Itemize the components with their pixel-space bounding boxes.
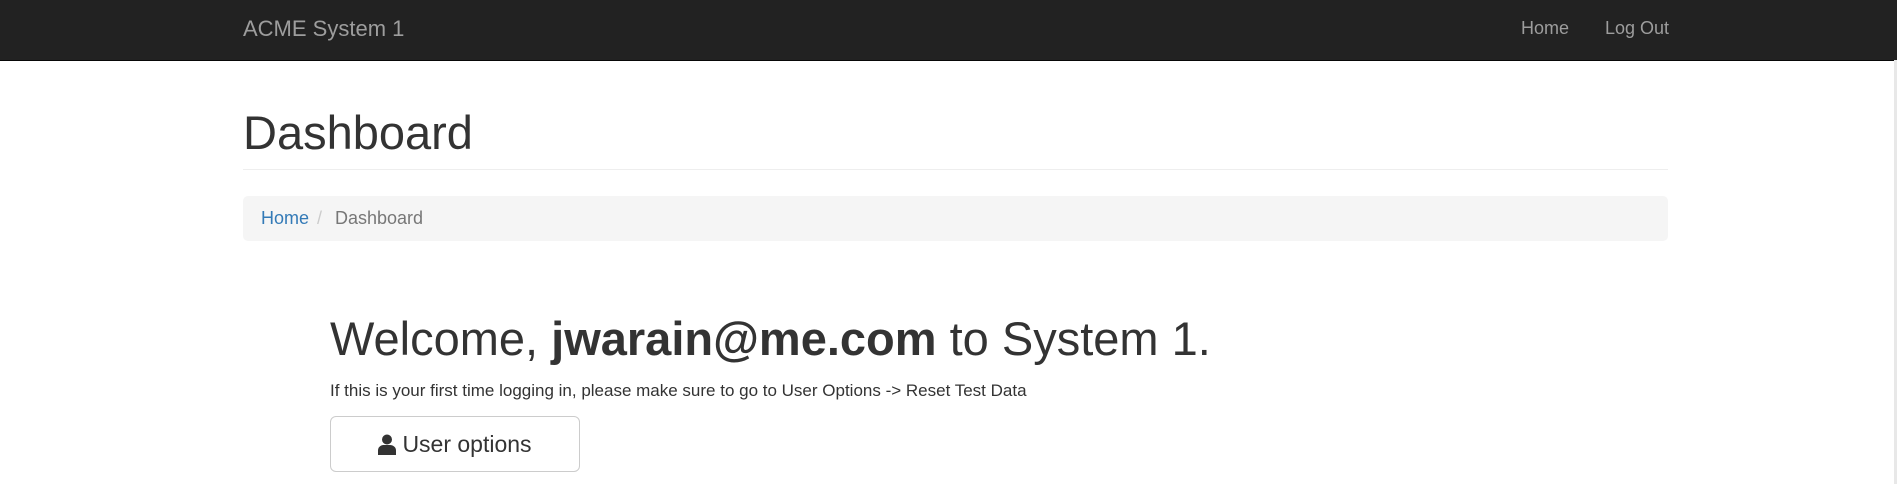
title-divider bbox=[243, 169, 1668, 170]
breadcrumb-home-link[interactable]: Home bbox=[261, 196, 309, 241]
user-options-button[interactable]: User options bbox=[330, 416, 580, 472]
brand-link[interactable]: ACME System 1 bbox=[243, 0, 404, 57]
nav-home-link[interactable]: Home bbox=[1521, 0, 1569, 57]
welcome-suffix: to System 1. bbox=[936, 312, 1211, 365]
breadcrumb-separator: / bbox=[317, 208, 323, 228]
user-options-label: User options bbox=[402, 430, 532, 457]
breadcrumb: Home / Dashboard bbox=[243, 196, 1668, 241]
first-login-hint: If this is your first time logging in, p… bbox=[330, 381, 1027, 400]
nav-logout-link[interactable]: Log Out bbox=[1605, 0, 1669, 57]
welcome-prefix: Welcome, bbox=[330, 312, 552, 365]
welcome-heading: Welcome, jwarain@me.com to System 1. bbox=[330, 306, 1211, 372]
user-icon bbox=[378, 434, 397, 455]
page-title: Dashboard bbox=[243, 106, 473, 159]
welcome-user-email: jwarain@me.com bbox=[551, 312, 937, 365]
top-navbar: ACME System 1 Home Log Out bbox=[0, 0, 1897, 61]
breadcrumb-current: Dashboard bbox=[335, 208, 424, 228]
